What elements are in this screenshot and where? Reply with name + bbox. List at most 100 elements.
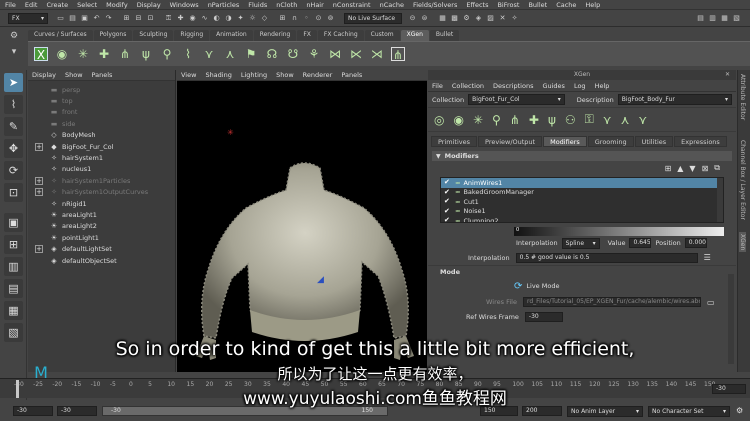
shelf-tab-xgen[interactable]: XGen [400, 30, 429, 41]
expression-menu-icon[interactable]: ☰ [704, 253, 711, 262]
outliner-item[interactable]: + ✧ hairSystem1OutputCurves [28, 187, 175, 198]
render-frame-icon[interactable]: ▦ [438, 14, 447, 23]
select-surface-icon[interactable]: ◐ [212, 14, 221, 23]
select-curve-icon[interactable]: ∿ [200, 14, 209, 23]
outliner-item[interactable]: ◇ BodyMesh [28, 130, 175, 141]
create-description-icon[interactable]: ◉ [55, 47, 69, 61]
scale-tool-icon[interactable]: ⊡ [4, 183, 23, 202]
channel-box-tab[interactable]: Channel Box / Layer Editor [739, 140, 746, 220]
xgen-help-icon[interactable]: ⋔ [391, 47, 405, 62]
modifier-list-item[interactable]: ✔ ≈ AnimWires1 [441, 178, 723, 188]
sandbox-icon[interactable]: ✧ [510, 14, 519, 23]
shelf-tab-rigging[interactable]: Rigging [174, 30, 210, 41]
menu-edit[interactable]: Edit [25, 1, 38, 9]
menuset-selector[interactable]: FX ▾ [8, 12, 48, 24]
menu-fieldssolvers[interactable]: Fields/Solvers [413, 1, 457, 9]
curves-to-guides-icon[interactable]: ⋊ [370, 47, 384, 61]
select-guides-icon[interactable]: ✚ [529, 113, 539, 127]
checkbox-checked-icon[interactable]: ✔ [444, 207, 451, 215]
xgen-tab-previewoutput[interactable]: Preview/Output [478, 136, 543, 147]
bend-guides-icon[interactable]: ⌇ [181, 47, 195, 61]
xgen-menu-collection[interactable]: Collection [452, 82, 484, 90]
menu-effects[interactable]: Effects [466, 1, 488, 9]
menu-bifrost[interactable]: BiFrost [497, 1, 519, 9]
outliner-item[interactable]: ▬ persp [28, 84, 175, 95]
shape-icon[interactable]: ⋎ [638, 113, 647, 127]
lock-icon[interactable]: ⚿ [585, 112, 594, 127]
select-object-icon[interactable]: ⊟ [134, 14, 143, 23]
rotate-tool-icon[interactable]: ⟳ [4, 161, 23, 180]
visibility-icon[interactable]: ⚇ [565, 113, 576, 127]
ramp-marker[interactable]: 0 [516, 227, 519, 233]
xgen-menu-guides[interactable]: Guides [542, 82, 564, 90]
guide-length-icon[interactable]: ⚲ [160, 47, 174, 61]
xgen-side-tab[interactable]: XGen [739, 232, 746, 253]
interpolation-ramp[interactable]: 0 [514, 227, 724, 236]
undo-icon[interactable]: ↶ [92, 14, 101, 23]
snap-live-icon[interactable]: ⊚ [326, 14, 335, 23]
outliner-layout-icon[interactable]: ▤ [4, 279, 23, 298]
move-tool-icon[interactable]: ✥ [4, 139, 23, 158]
checkbox-checked-icon[interactable]: ✔ [444, 198, 451, 205]
cut-guides-icon[interactable]: ⋏ [223, 47, 237, 61]
menu-ncache[interactable]: nCache [380, 1, 404, 9]
sculpt-icon[interactable]: ψ [548, 113, 556, 127]
copy-modifier-icon[interactable]: ⧉ [714, 163, 720, 173]
select-component-icon[interactable]: ⊡ [146, 14, 155, 23]
shelf-tab-bullet[interactable]: Bullet [429, 30, 460, 41]
viewport-menu-renderer[interactable]: Renderer [303, 71, 333, 79]
viewport-menu-show[interactable]: Show [276, 71, 294, 79]
attribute-editor-tab[interactable]: Attribute Editor [739, 74, 746, 120]
bigfoot-torso-model[interactable] [192, 160, 417, 365]
hypershade-icon[interactable]: ◈ [474, 14, 483, 23]
shelf-tab-rendering[interactable]: Rendering [253, 30, 297, 41]
outliner-item[interactable]: ▬ front [28, 107, 175, 118]
create-guides-icon[interactable]: ✳ [76, 47, 90, 61]
comb-guides-icon[interactable]: ⋎ [202, 47, 216, 61]
layout-icon[interactable]: ▤ [696, 14, 705, 23]
shelf-menu-icon[interactable]: ▾ [4, 47, 24, 57]
add-guide-icon[interactable]: ✚ [97, 47, 111, 61]
paint-select-tool-icon[interactable]: ✎ [4, 117, 23, 136]
outliner-menu-panels[interactable]: Panels [92, 71, 113, 79]
outliner-item[interactable]: ☀ areaLight1 [28, 209, 175, 220]
modifier-list-item[interactable]: ✔ ≈ Clumping2 [441, 216, 723, 222]
ref-wires-frame-field[interactable]: -30 [524, 312, 563, 322]
ramp-position-field[interactable]: 0.000 [684, 238, 707, 248]
close-icon[interactable]: ✕ [725, 70, 730, 80]
shelf-tab-sculpting[interactable]: Sculpting [133, 30, 174, 41]
select-misc-icon[interactable]: ◇ [260, 14, 269, 23]
add-guide-icon[interactable]: ✳ [473, 113, 483, 127]
select-hierarchy-icon[interactable]: ⊞ [122, 14, 131, 23]
normalize-guides-icon[interactable]: ☋ [286, 47, 300, 61]
checkbox-checked-icon[interactable]: ✔ [444, 179, 451, 186]
shelf-gear-icon[interactable]: ⚙ [4, 31, 24, 41]
shelf-tab-polygons[interactable]: Polygons [93, 30, 133, 41]
guide-manipulator-icon[interactable]: ⚲ [492, 113, 501, 127]
export-patches-icon[interactable]: ⋈ [328, 47, 342, 61]
rebuild-guides-icon[interactable]: ⚘ [307, 47, 321, 61]
snap-point-icon[interactable]: ◦ [302, 14, 311, 23]
checkbox-checked-icon[interactable]: ✔ [444, 217, 451, 222]
select-tool-icon[interactable]: ➤ [4, 73, 23, 92]
guides-to-curves-icon[interactable]: ⋉ [349, 47, 363, 61]
xgen-tab-expressions[interactable]: Expressions [674, 136, 727, 147]
shelf-tab-custom[interactable]: Custom [364, 30, 400, 41]
xgen-tab-modifiers[interactable]: Modifiers [543, 136, 587, 147]
menu-select[interactable]: Select [77, 1, 97, 9]
snap-view-icon[interactable]: ⊙ [314, 14, 323, 23]
comb-icon[interactable]: ⋎ [603, 113, 612, 127]
viewport-menu-panels[interactable]: Panels [341, 71, 362, 79]
shelf-tab-fx[interactable]: FX [297, 30, 317, 41]
menu-nconstraint[interactable]: nConstraint [333, 1, 371, 9]
menu-display[interactable]: Display [137, 1, 161, 9]
toggle-guides-icon[interactable]: ☊ [265, 47, 279, 61]
lasso-tool-icon[interactable]: ⌇ [4, 95, 23, 114]
outliner-item[interactable]: ✧ nRigid1 [28, 198, 175, 209]
outliner-item[interactable]: ▬ side [28, 118, 175, 129]
select-handle-icon[interactable]: ✚ [176, 14, 185, 23]
folder-icon[interactable]: ▭ [707, 298, 715, 307]
select-dynamic-icon[interactable]: ✦ [236, 14, 245, 23]
sculpt-guides-icon[interactable]: ψ [139, 47, 153, 61]
xgen-tab-utilities[interactable]: Utilities [634, 136, 674, 147]
